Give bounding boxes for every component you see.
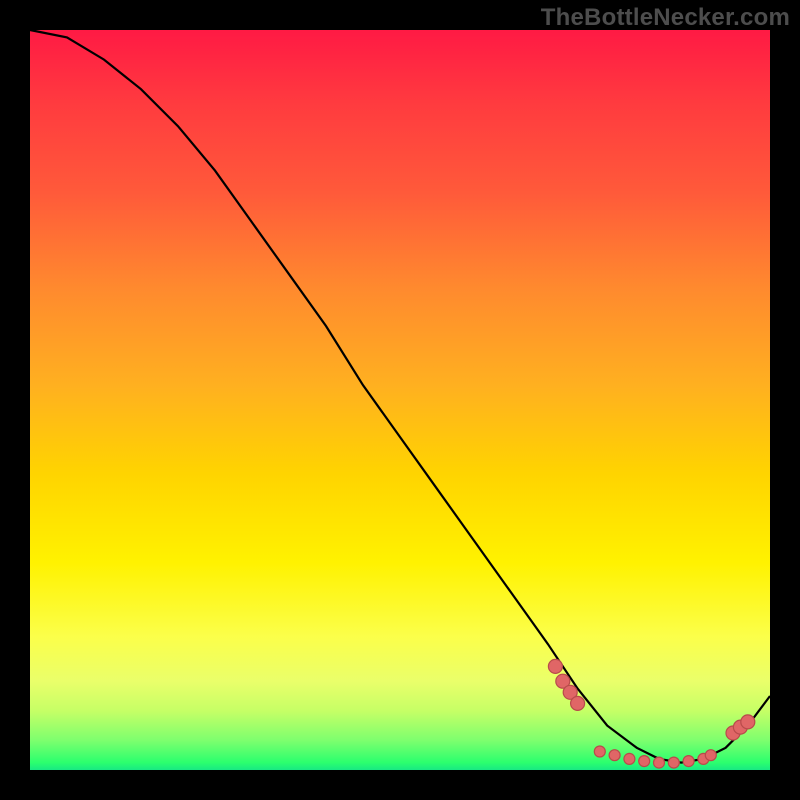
marker-dot — [609, 750, 620, 761]
chart-stage: TheBottleNecker.com — [0, 0, 800, 800]
marker-dot — [548, 659, 562, 673]
watermark-text: TheBottleNecker.com — [541, 4, 790, 32]
marker-dot — [654, 757, 665, 768]
marker-dot — [571, 696, 585, 710]
chart-svg — [30, 30, 770, 770]
marker-dot — [668, 757, 679, 768]
marker-group — [548, 659, 754, 768]
marker-dot — [594, 746, 605, 757]
marker-dot — [683, 756, 694, 767]
marker-dot — [741, 715, 755, 729]
marker-dot — [705, 750, 716, 761]
bottleneck-curve — [30, 30, 770, 763]
marker-dot — [624, 753, 635, 764]
marker-dot — [639, 756, 650, 767]
plot-area — [30, 30, 770, 770]
